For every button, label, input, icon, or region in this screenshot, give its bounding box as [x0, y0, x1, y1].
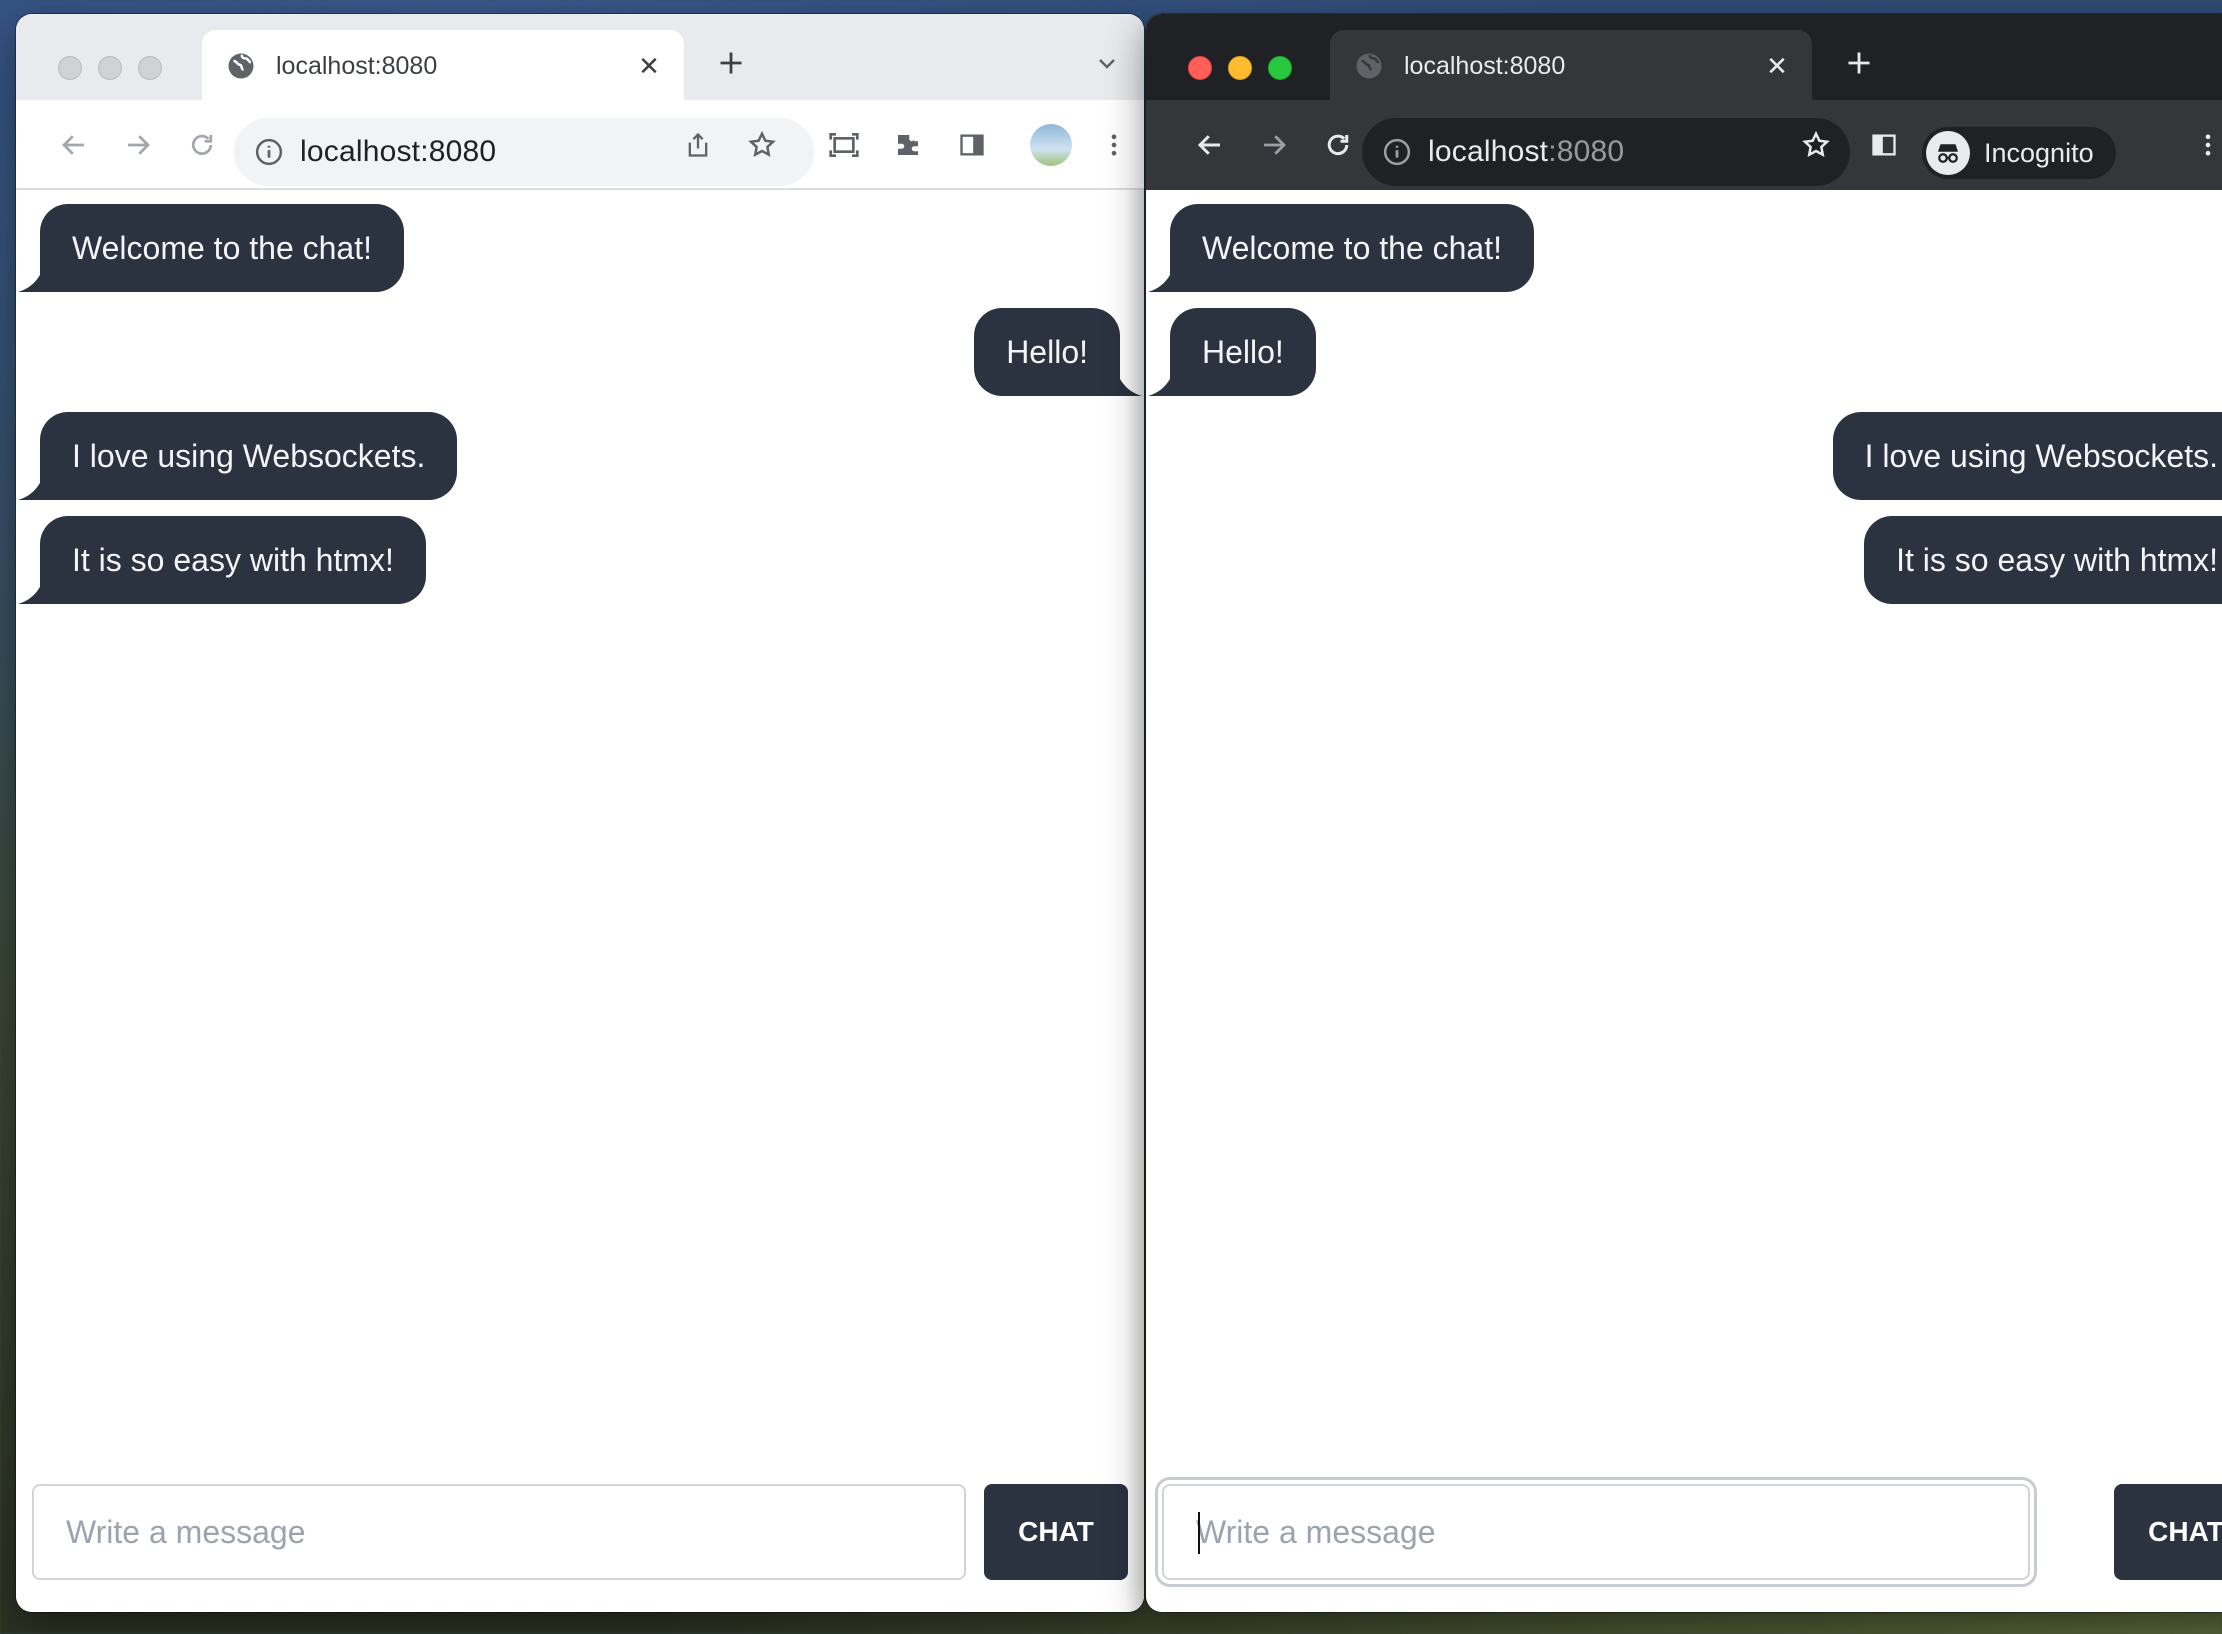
site-info-icon[interactable] [1382, 137, 1412, 167]
message-composer: CHAT [1162, 1484, 2222, 1580]
message-text: I love using Websockets. [1864, 437, 2218, 474]
message-input[interactable] [1162, 1484, 2030, 1580]
message-list: Welcome to the chat! Hello! I love using… [16, 190, 1144, 610]
message-input[interactable] [32, 1484, 966, 1580]
tab-localhost[interactable]: localhost:8080 ✕ [202, 30, 684, 102]
share-icon[interactable] [676, 123, 720, 167]
back-icon[interactable] [52, 123, 96, 167]
bubble-tail [18, 474, 44, 500]
address-bar[interactable]: localhost:8080 [234, 118, 814, 186]
address-bar[interactable]: localhost:8080 [1362, 118, 1850, 186]
message-bubble: Welcome to the chat! [1148, 204, 1534, 292]
globe-icon [228, 53, 254, 79]
message-bubble: Hello! [1148, 308, 1316, 396]
side-panel-icon[interactable] [1862, 123, 1906, 167]
bubble-tail [18, 578, 44, 604]
forward-icon[interactable] [1252, 123, 1296, 167]
tab-search-chevron-icon[interactable] [1086, 42, 1128, 84]
message-list: Welcome to the chat! Hello! I love using… [1146, 190, 2222, 610]
window-edge-shadow [1126, 190, 1144, 1612]
page-content: Welcome to the chat! Hello! I love using… [16, 190, 1144, 1612]
incognito-label: Incognito [1984, 137, 2094, 168]
minimize-window-button[interactable] [98, 56, 122, 80]
extensions-icon[interactable] [886, 123, 930, 167]
close-window-button[interactable] [1188, 56, 1212, 80]
reload-icon[interactable] [180, 123, 224, 167]
message-text: Welcome to the chat! [1202, 229, 1502, 266]
profile-avatar[interactable] [1030, 124, 1072, 166]
chat-send-button[interactable]: CHAT [2114, 1484, 2222, 1580]
address-url: localhost:8080 [300, 135, 814, 169]
chrome-menu-icon[interactable] [1092, 123, 1136, 167]
browser-window-incognito: localhost:8080 ✕ localhost:8080 Incognit… [1146, 14, 2222, 1612]
screen-capture-icon[interactable] [822, 123, 866, 167]
side-panel-icon[interactable] [950, 123, 994, 167]
reload-icon[interactable] [1316, 123, 1360, 167]
message-bubble: Welcome to the chat! [18, 204, 404, 292]
tab-title: localhost:8080 [1404, 51, 1566, 80]
zoom-window-button[interactable] [1268, 56, 1292, 80]
minimize-window-button[interactable] [1228, 56, 1252, 80]
tab-localhost[interactable]: localhost:8080 ✕ [1330, 30, 1812, 102]
message-text: I love using Websockets. [72, 437, 426, 474]
message-composer: CHAT [32, 1484, 1128, 1580]
url-port: :8080 [1548, 135, 1625, 168]
forward-icon[interactable] [116, 123, 160, 167]
message-text: It is so easy with htmx! [1896, 541, 2218, 578]
close-window-button[interactable] [58, 56, 82, 80]
new-tab-icon[interactable] [1838, 42, 1880, 84]
close-tab-icon[interactable]: ✕ [628, 45, 670, 87]
url-port: :8080 [420, 135, 497, 168]
address-url: localhost:8080 [1428, 135, 1850, 169]
site-info-icon[interactable] [254, 137, 284, 167]
message-text: Welcome to the chat! [72, 229, 372, 266]
tab-search-chevron-icon[interactable] [2216, 42, 2222, 84]
bookmark-star-icon[interactable] [1794, 123, 1838, 167]
chrome-menu-icon[interactable] [2186, 123, 2222, 167]
message-bubble: I love using Websockets. [1832, 412, 2222, 500]
browser-window-regular: localhost:8080 ✕ localhost:8080 Welcome … [16, 14, 1144, 1612]
bookmark-star-icon[interactable] [740, 123, 784, 167]
window-controls [58, 56, 162, 80]
message-bubble: Hello! [974, 308, 1142, 396]
tab-strip: localhost:8080 ✕ [16, 14, 1144, 102]
incognito-icon [1926, 131, 1970, 175]
close-tab-icon[interactable]: ✕ [1756, 45, 1798, 87]
url-host: localhost [300, 135, 421, 168]
tab-strip: localhost:8080 ✕ [1146, 14, 2222, 102]
text-caret [1198, 1512, 1200, 1554]
page-content: Welcome to the chat! Hello! I love using… [1146, 190, 2222, 1612]
message-text: Hello! [1006, 333, 1088, 370]
bubble-tail [1148, 266, 1174, 292]
message-bubble: It is so easy with htmx! [18, 516, 426, 604]
url-host: localhost [1428, 135, 1549, 168]
globe-icon [1356, 53, 1382, 79]
message-text: Hello! [1202, 333, 1284, 370]
bubble-tail [1148, 370, 1174, 396]
message-text: It is so easy with htmx! [72, 541, 394, 578]
window-controls [1188, 56, 1292, 80]
tab-title: localhost:8080 [276, 51, 438, 80]
incognito-indicator[interactable]: Incognito [1922, 127, 2116, 179]
zoom-window-button[interactable] [138, 56, 162, 80]
bubble-tail [18, 266, 44, 292]
chat-send-button[interactable]: CHAT [984, 1484, 1128, 1580]
message-bubble: I love using Websockets. [18, 412, 458, 500]
back-icon[interactable] [1188, 123, 1232, 167]
message-bubble: It is so easy with htmx! [1864, 516, 2222, 604]
new-tab-icon[interactable] [710, 42, 752, 84]
